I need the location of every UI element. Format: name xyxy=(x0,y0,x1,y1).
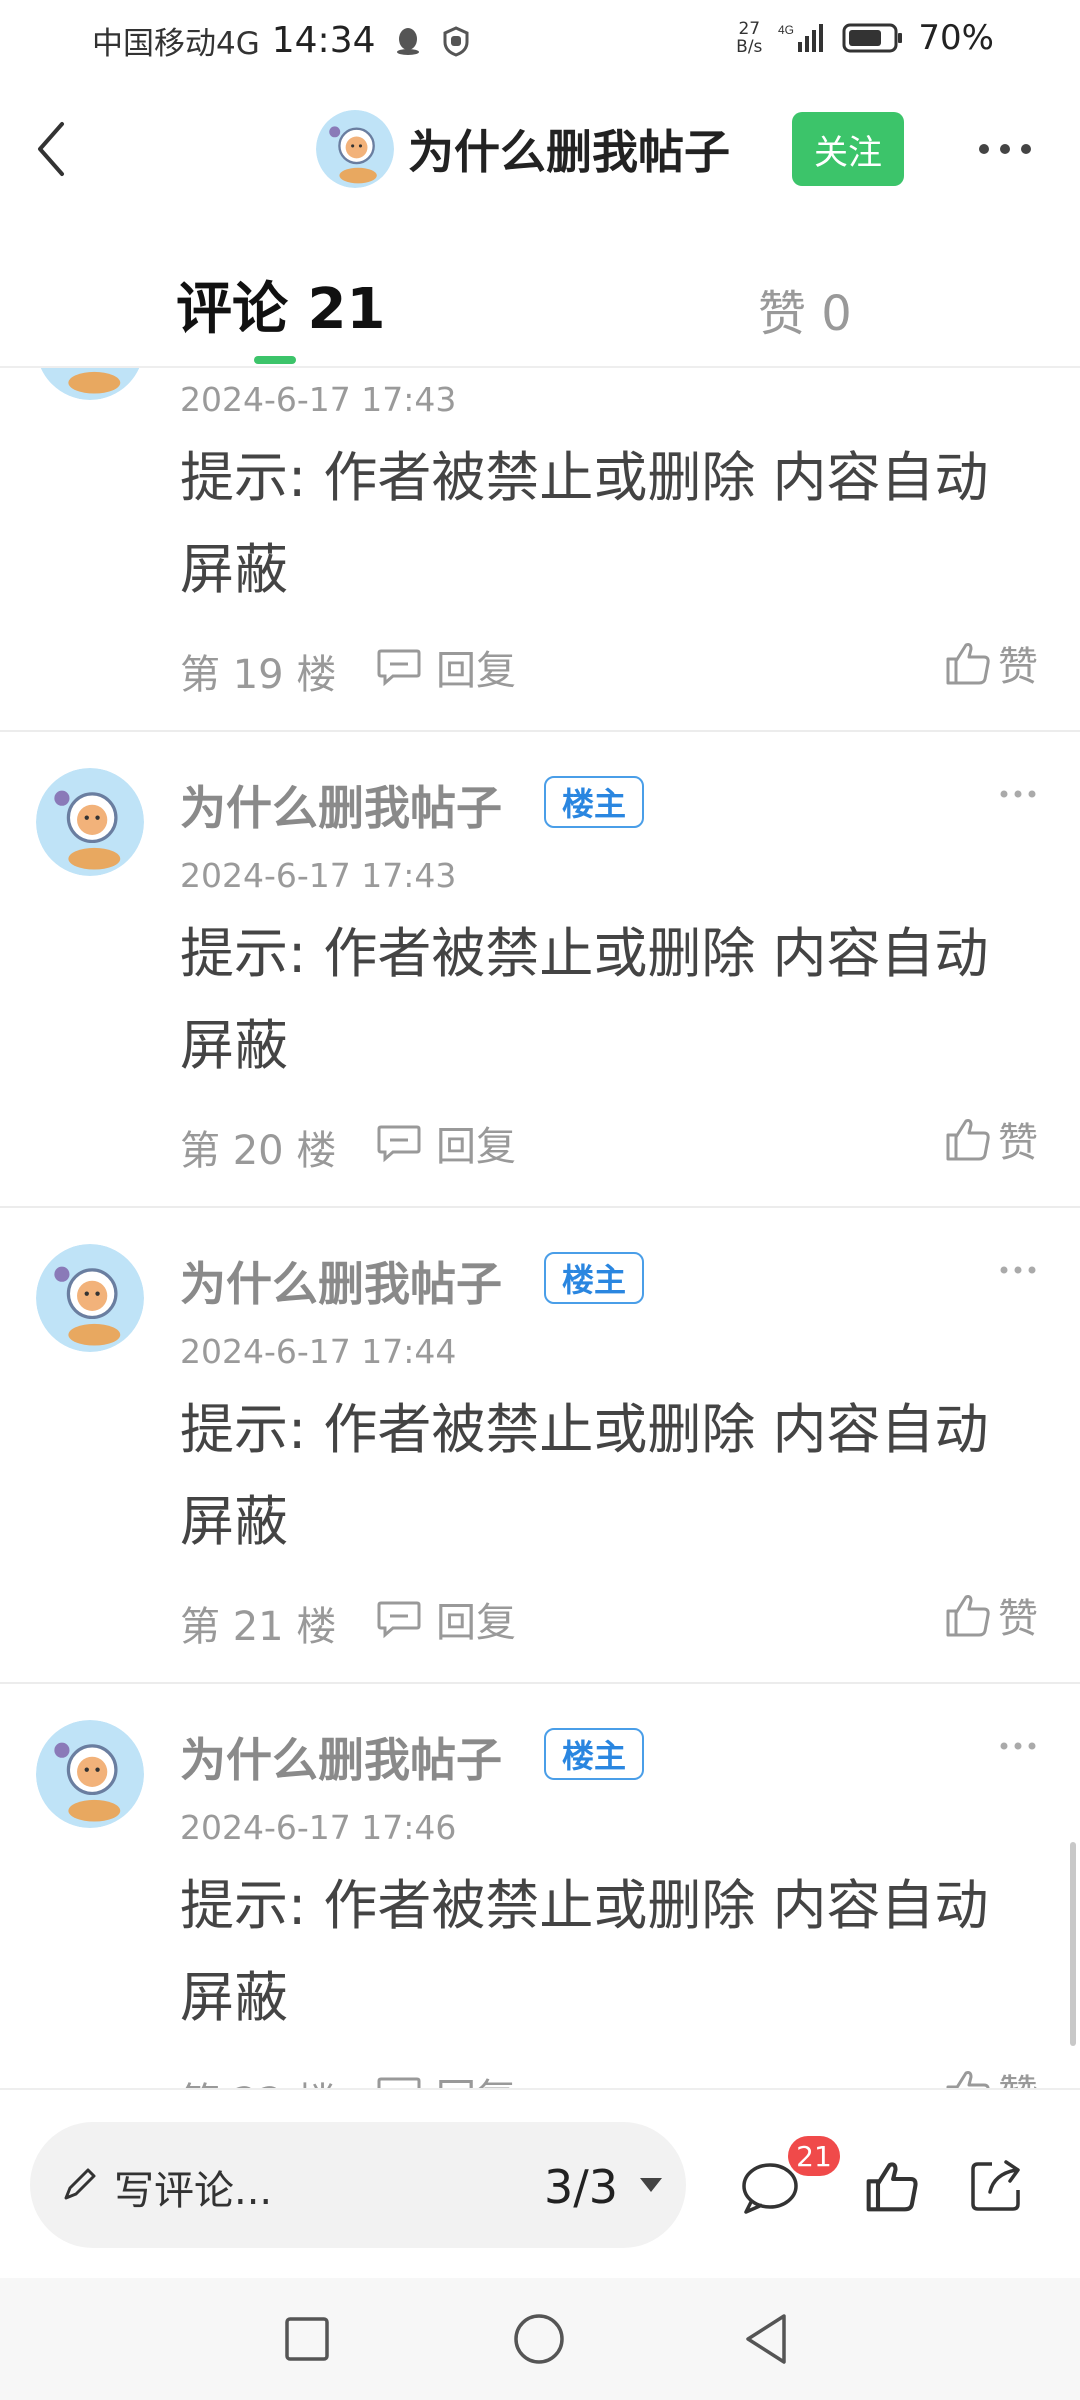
floor-number: 第 22 楼 xyxy=(180,2070,336,2088)
write-comment-placeholder: 写评论... xyxy=(114,2168,273,2214)
clock: 14:34 xyxy=(271,20,376,61)
like-label: 赞 xyxy=(998,1596,1038,1642)
tab-likes[interactable]: 赞 0 xyxy=(758,274,852,344)
author-avatar[interactable] xyxy=(316,110,394,188)
bottom-action-bar: 写评论... 3/3 21 xyxy=(0,2088,1080,2276)
commenter-name[interactable]: 为什么删我帖子 xyxy=(180,772,502,838)
svg-text:4G: 4G xyxy=(778,23,794,37)
status-bar: 中国移动4G 14:34 27 B/s 4G 70% xyxy=(0,0,1080,80)
op-badge: 楼主 xyxy=(544,776,644,828)
signal-icon: 4G xyxy=(778,23,824,52)
thumbs-up-icon[interactable] xyxy=(864,2158,920,2214)
comment-date: 2024-6-17 17:46 xyxy=(180,1808,457,1847)
avatar-image xyxy=(36,768,144,876)
op-badge: 楼主 xyxy=(544,1252,644,1304)
system-nav-bar xyxy=(0,2278,1080,2400)
reply-bubble-icon xyxy=(377,1125,421,1163)
caret-down-icon[interactable] xyxy=(638,2176,664,2194)
commenter-name[interactable]: 为什么删我帖子 xyxy=(180,1724,502,1790)
comment-text: 提示: 作者被禁止或删除 内容自动屏蔽 xyxy=(180,1874,989,2029)
reply-label: 回复 xyxy=(436,2066,516,2088)
comment-text: 提示: 作者被禁止或删除 内容自动屏蔽 xyxy=(180,446,989,601)
write-comment-input[interactable]: 写评论... 3/3 xyxy=(30,2122,686,2248)
page-indicator[interactable]: 3/3 xyxy=(544,2160,618,2214)
reply-bubble-icon xyxy=(377,649,421,687)
like-label: 赞 xyxy=(998,1120,1038,1166)
thumbs-up-icon xyxy=(946,1595,990,1637)
nav-back-icon[interactable] xyxy=(740,2312,792,2366)
post-header: 为什么删我帖子 关注 xyxy=(0,86,1080,212)
comment-list[interactable]: 为什么删我帖子 楼主 2024-6-17 17:43 提示: 作者被禁止或删除 … xyxy=(0,368,1080,2088)
reply-label: 回复 xyxy=(436,648,516,694)
follow-button[interactable]: 关注 xyxy=(792,112,904,186)
reply-bubble-icon xyxy=(377,2077,421,2088)
avatar-image xyxy=(36,1244,144,1352)
reply-label: 回复 xyxy=(436,1600,516,1646)
net-speed-value: 27 xyxy=(738,19,761,39)
comment-item: 为什么删我帖子 楼主 2024-6-17 17:46 提示: 作者被禁止或删除 … xyxy=(0,1684,1080,2088)
back-arrow-icon[interactable] xyxy=(24,114,80,184)
qq-icon xyxy=(396,27,419,55)
comment-bubble-icon[interactable] xyxy=(740,2160,800,2216)
reply-button[interactable]: 回复 xyxy=(376,1590,516,1648)
like-button[interactable]: 赞 xyxy=(944,634,1038,692)
comment-count-badge: 21 xyxy=(788,2136,840,2176)
reply-button[interactable]: 回复 xyxy=(376,1114,516,1172)
pen-icon xyxy=(64,2168,96,2200)
thumbs-up-icon xyxy=(946,643,990,685)
comment-item: 为什么删我帖子 楼主 2024-6-17 17:44 提示: 作者被禁止或删除 … xyxy=(0,1208,1080,1684)
carrier-label: 中国移动4G xyxy=(92,26,260,62)
like-button[interactable]: 赞 xyxy=(944,1586,1038,1644)
battery-percent: 70% xyxy=(918,18,994,58)
tab-comments[interactable]: 评论 21 xyxy=(176,264,385,345)
reply-label: 回复 xyxy=(436,1124,516,1170)
commenter-avatar[interactable] xyxy=(36,368,144,400)
comment-more-icon[interactable] xyxy=(998,784,1038,804)
net-speed: 27 B/s xyxy=(736,20,762,56)
commenter-avatar[interactable] xyxy=(36,1244,144,1352)
comment-item: 为什么删我帖子 楼主 2024-6-17 17:43 提示: 作者被禁止或删除 … xyxy=(0,368,1080,732)
avatar-image xyxy=(40,368,140,400)
comment-text: 提示: 作者被禁止或删除 内容自动屏蔽 xyxy=(180,922,989,1077)
comment-date: 2024-6-17 17:43 xyxy=(180,856,457,895)
reply-button[interactable]: 回复 xyxy=(376,2066,516,2088)
comment-more-icon[interactable] xyxy=(998,1260,1038,1280)
nav-circle-icon[interactable] xyxy=(512,2312,566,2366)
reply-bubble-icon xyxy=(377,1601,421,1639)
avatar-image xyxy=(36,1720,144,1828)
post-title: 为什么删我帖子 xyxy=(408,125,730,179)
floor-number: 第 19 楼 xyxy=(180,652,337,698)
commenter-name[interactable]: 为什么删我帖子 xyxy=(180,1248,502,1314)
more-dots-icon[interactable] xyxy=(970,124,1040,174)
floor-number: 第 20 楼 xyxy=(180,1128,337,1174)
net-speed-unit: B/s xyxy=(736,37,763,57)
comment-more-icon[interactable] xyxy=(998,1736,1038,1756)
like-label: 赞 xyxy=(998,644,1038,690)
battery-icon xyxy=(842,23,903,53)
op-badge: 楼主 xyxy=(544,1728,644,1780)
thumbs-up-icon xyxy=(946,2071,990,2088)
avatar-image xyxy=(316,110,394,188)
comment-date: 2024-6-17 17:44 xyxy=(180,1332,457,1371)
comment-date: 2024-6-17 17:43 xyxy=(180,380,457,419)
thumbs-up-icon xyxy=(946,1119,990,1161)
like-button[interactable]: 赞 xyxy=(944,2062,1038,2088)
commenter-avatar[interactable] xyxy=(36,768,144,876)
nav-square-icon[interactable] xyxy=(284,2316,330,2362)
like-label: 赞 xyxy=(998,2062,1038,2088)
scrollbar[interactable] xyxy=(1070,1842,1076,2046)
comment-text: 提示: 作者被禁止或删除 内容自动屏蔽 xyxy=(180,1398,989,1553)
share-icon[interactable] xyxy=(968,2156,1026,2214)
floor-number: 第 21 楼 xyxy=(180,1604,337,1650)
like-button[interactable]: 赞 xyxy=(944,1110,1038,1168)
tab-bar: 评论 21 赞 0 xyxy=(0,240,1080,368)
tab-active-indicator xyxy=(254,356,296,364)
reply-button[interactable]: 回复 xyxy=(376,638,516,696)
comment-item: 为什么删我帖子 楼主 2024-6-17 17:43 提示: 作者被禁止或删除 … xyxy=(0,732,1080,1208)
commenter-avatar[interactable] xyxy=(36,1720,144,1828)
hand-shield-icon xyxy=(443,25,468,57)
